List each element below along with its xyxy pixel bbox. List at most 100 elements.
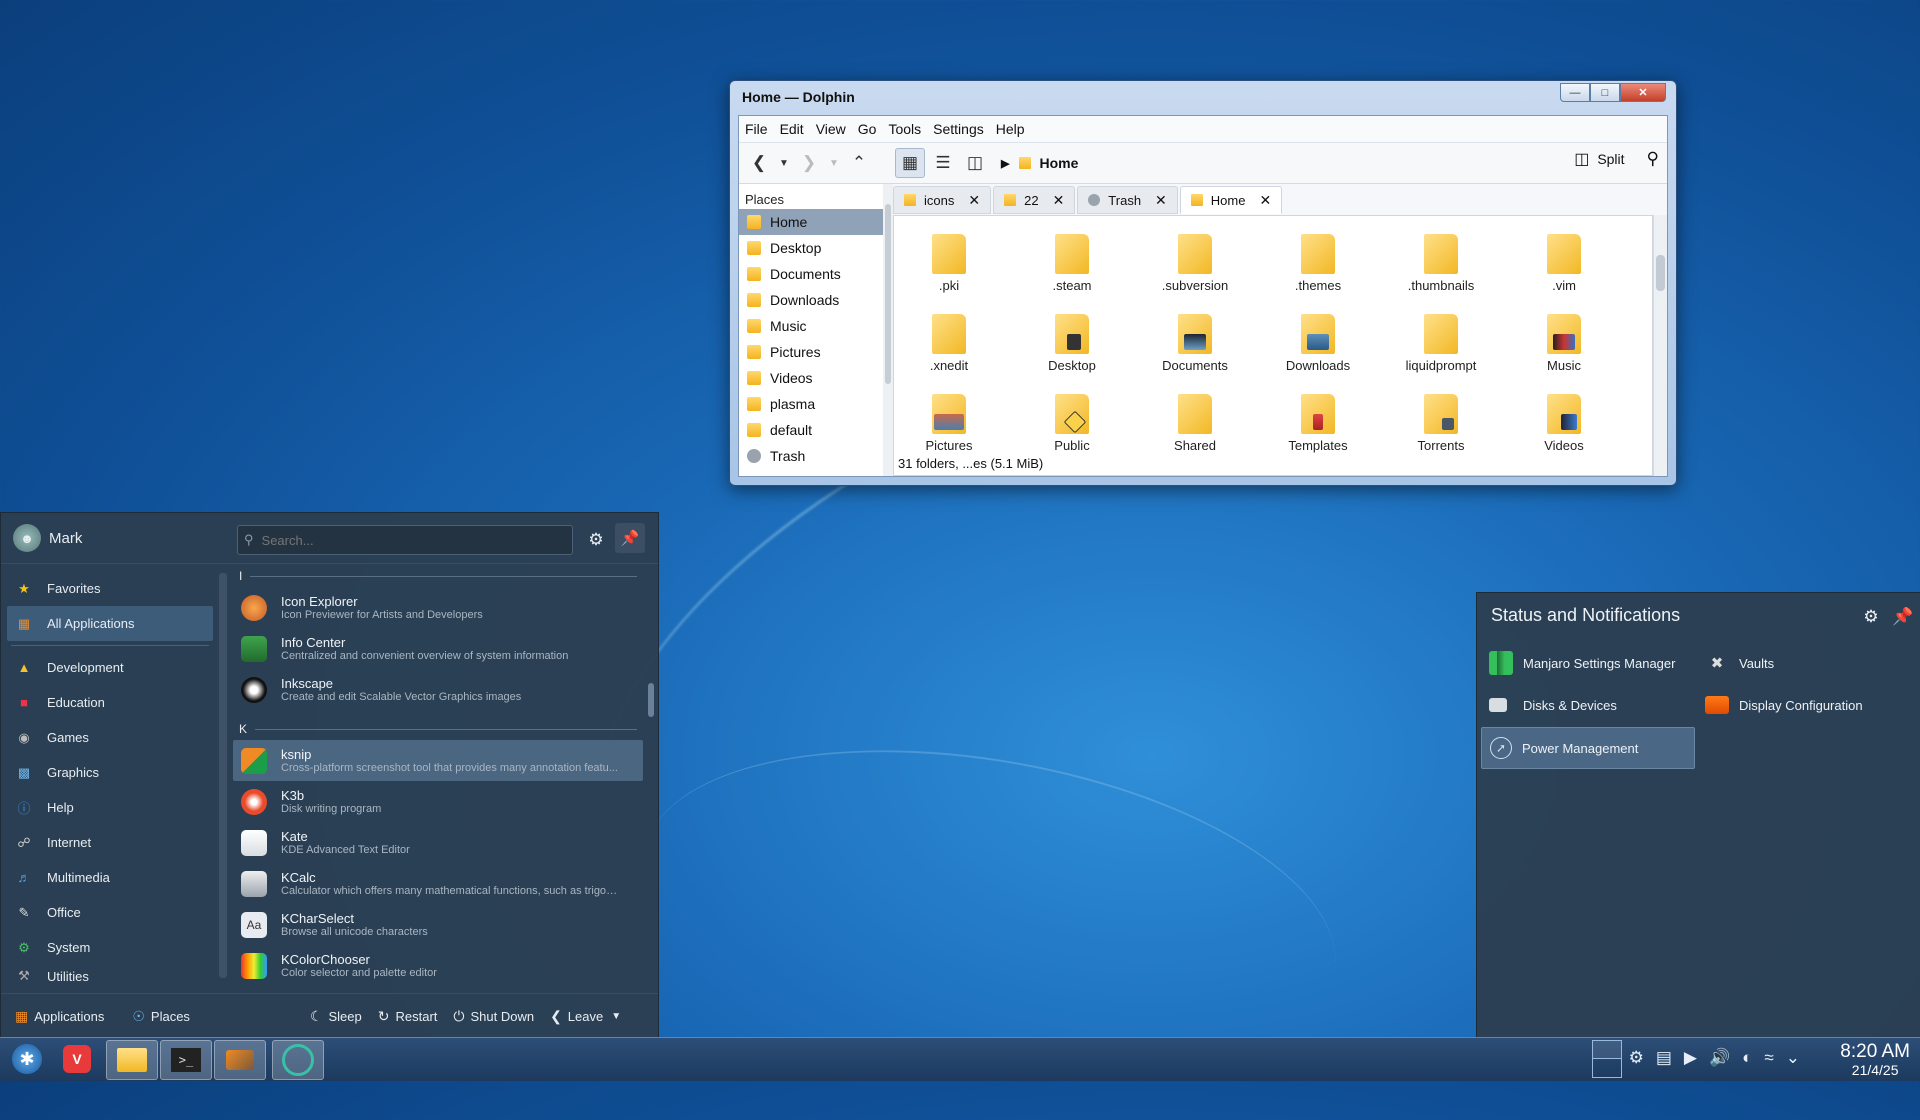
gear-icon[interactable]: ⚙: [1859, 605, 1883, 629]
avatar[interactable]: ☻: [13, 524, 41, 552]
app-ksnip[interactable]: ksnip Cross-platform screenshot tool that…: [233, 740, 643, 781]
restart-button[interactable]: ↻ Restart: [378, 1008, 438, 1025]
volume-icon[interactable]: 🔊: [1709, 1048, 1730, 1068]
category-games[interactable]: ◉ Games: [1, 720, 219, 755]
category-favorites[interactable]: ★ Favorites: [1, 571, 219, 606]
close-tab-icon[interactable]: ✕: [1053, 192, 1065, 209]
menu-file[interactable]: File: [745, 121, 768, 137]
tab-icons[interactable]: icons ✕: [893, 186, 992, 214]
manjaro-settings-manager-item[interactable]: Manjaro Settings Manager: [1481, 643, 1689, 683]
app-list-scroll-thumb[interactable]: [648, 683, 654, 717]
file-item[interactable]: .thumbnails: [1386, 234, 1496, 293]
gear-icon[interactable]: ⚙: [585, 529, 607, 551]
places-scrollbar[interactable]: [883, 184, 893, 476]
app-inkscape[interactable]: Inkscape Create and edit Scalable Vector …: [233, 669, 643, 710]
maximize-button[interactable]: □: [1590, 83, 1620, 102]
category-graphics[interactable]: ▩ Graphics: [1, 755, 219, 790]
file-item[interactable]: Videos: [1509, 394, 1619, 453]
vaults-item[interactable]: ✖ Vaults: [1697, 643, 1905, 683]
task-terminal[interactable]: >_: [160, 1040, 212, 1080]
applications-tab[interactable]: ▦ Applications: [15, 1008, 104, 1025]
file-item[interactable]: Torrents: [1386, 394, 1496, 453]
place-default[interactable]: default: [739, 417, 883, 443]
close-tab-icon[interactable]: ✕: [968, 192, 980, 209]
file-item[interactable]: .steam: [1017, 234, 1127, 293]
shutdown-button[interactable]: ⏻ Shut Down: [453, 1008, 534, 1025]
file-item[interactable]: Pictures: [894, 394, 1004, 453]
minimize-button[interactable]: —: [1560, 83, 1590, 102]
menu-edit[interactable]: Edit: [780, 121, 804, 137]
pin-icon[interactable]: 📌: [615, 523, 645, 553]
pin-icon[interactable]: 📌: [1891, 605, 1915, 629]
back-icon[interactable]: ❮: [745, 149, 773, 177]
network-icon[interactable]: ≈: [1764, 1048, 1773, 1068]
forward-history-icon[interactable]: ▼: [827, 149, 841, 177]
place-trash[interactable]: Trash: [739, 443, 883, 469]
app-kate[interactable]: Kate KDE Advanced Text Editor: [233, 822, 643, 863]
place-videos[interactable]: Videos: [739, 365, 883, 391]
file-item[interactable]: .subversion: [1140, 234, 1250, 293]
app-k3b[interactable]: K3b Disk writing program: [233, 781, 643, 822]
file-item[interactable]: .xnedit: [894, 314, 1004, 373]
file-item[interactable]: .vim: [1509, 234, 1619, 293]
tab-22[interactable]: 22 ✕: [993, 186, 1076, 214]
file-item[interactable]: Templates: [1263, 394, 1373, 453]
menu-settings[interactable]: Settings: [933, 121, 984, 137]
file-item[interactable]: .pki: [894, 234, 1004, 293]
category-system[interactable]: ⚙ System: [1, 930, 219, 965]
category-multimedia[interactable]: ♬ Multimedia: [1, 860, 219, 895]
places-scroll-thumb[interactable]: [885, 204, 891, 384]
file-item[interactable]: Music: [1509, 314, 1619, 373]
file-item[interactable]: Downloads: [1263, 314, 1373, 373]
leave-button[interactable]: ❮ Leave ▼: [550, 1008, 627, 1025]
menu-view[interactable]: View: [816, 121, 846, 137]
search-input[interactable]: [259, 531, 554, 549]
file-item[interactable]: Shared: [1140, 394, 1250, 453]
brightness-icon[interactable]: ◐: [1742, 1048, 1752, 1068]
task-dolphin[interactable]: [106, 1040, 158, 1080]
file-item[interactable]: Documents: [1140, 314, 1250, 373]
close-button[interactable]: ✕: [1620, 83, 1666, 102]
category-office[interactable]: ✎ Office: [1, 895, 219, 930]
menu-help[interactable]: Help: [996, 121, 1025, 137]
menu-go[interactable]: Go: [858, 121, 877, 137]
app-kcharselect[interactable]: Aa KCharSelect Browse all unicode characte…: [233, 904, 643, 945]
power-management-item[interactable]: ➚ Power Management: [1481, 727, 1695, 769]
task-app[interactable]: [272, 1040, 324, 1080]
breadcrumb[interactable]: ▶ Home: [1001, 155, 1078, 171]
search-icon[interactable]: ⚲: [1647, 149, 1659, 169]
app-launcher-button[interactable]: ✱: [2, 1040, 52, 1078]
category-help[interactable]: ⓘ Help: [1, 790, 219, 825]
places-tab[interactable]: ☉ Places: [132, 1008, 190, 1025]
sleep-button[interactable]: ☾ Sleep: [310, 1008, 362, 1025]
category-utilities[interactable]: ⚒ Utilities: [1, 965, 219, 987]
close-tab-icon[interactable]: ✕: [1155, 192, 1167, 209]
display-configuration-item[interactable]: Display Configuration: [1697, 685, 1905, 725]
app-info-center[interactable]: Info Center Centralized and convenient ov…: [233, 628, 643, 669]
place-downloads[interactable]: Downloads: [739, 287, 883, 313]
file-grid-scroll-thumb[interactable]: [1656, 255, 1665, 291]
disks-devices-item[interactable]: Disks & Devices: [1481, 685, 1689, 725]
category-scrollbar[interactable]: [219, 573, 227, 978]
chevron-down-icon[interactable]: ⌄: [1786, 1048, 1800, 1068]
place-plasma[interactable]: plasma: [739, 391, 883, 417]
place-music[interactable]: Music: [739, 313, 883, 339]
notifications-icon[interactable]: ⚙: [1629, 1048, 1644, 1068]
task-vivaldi[interactable]: V: [52, 1040, 102, 1078]
media-player-icon[interactable]: ▶: [1684, 1048, 1697, 1068]
place-pictures[interactable]: Pictures: [739, 339, 883, 365]
tab-home[interactable]: Home ✕: [1179, 186, 1283, 214]
clipboard-icon[interactable]: ▤: [1656, 1048, 1672, 1068]
file-item[interactable]: Public: [1017, 394, 1127, 453]
tab-trash[interactable]: Trash ✕: [1077, 186, 1178, 214]
back-history-icon[interactable]: ▼: [777, 149, 791, 177]
file-item[interactable]: .themes: [1263, 234, 1373, 293]
forward-icon[interactable]: ❯: [795, 149, 823, 177]
place-documents[interactable]: Documents: [739, 261, 883, 287]
split-button[interactable]: Split: [1597, 151, 1624, 167]
task-ksnip[interactable]: [214, 1040, 266, 1080]
app-kcalc[interactable]: KCalc Calculator which offers many mathem…: [233, 863, 643, 904]
place-home[interactable]: Home: [739, 209, 883, 235]
app-kcolorchooser[interactable]: KColorChooser Color selector and palette …: [233, 945, 643, 986]
details-view-icon[interactable]: ◫: [961, 149, 989, 177]
